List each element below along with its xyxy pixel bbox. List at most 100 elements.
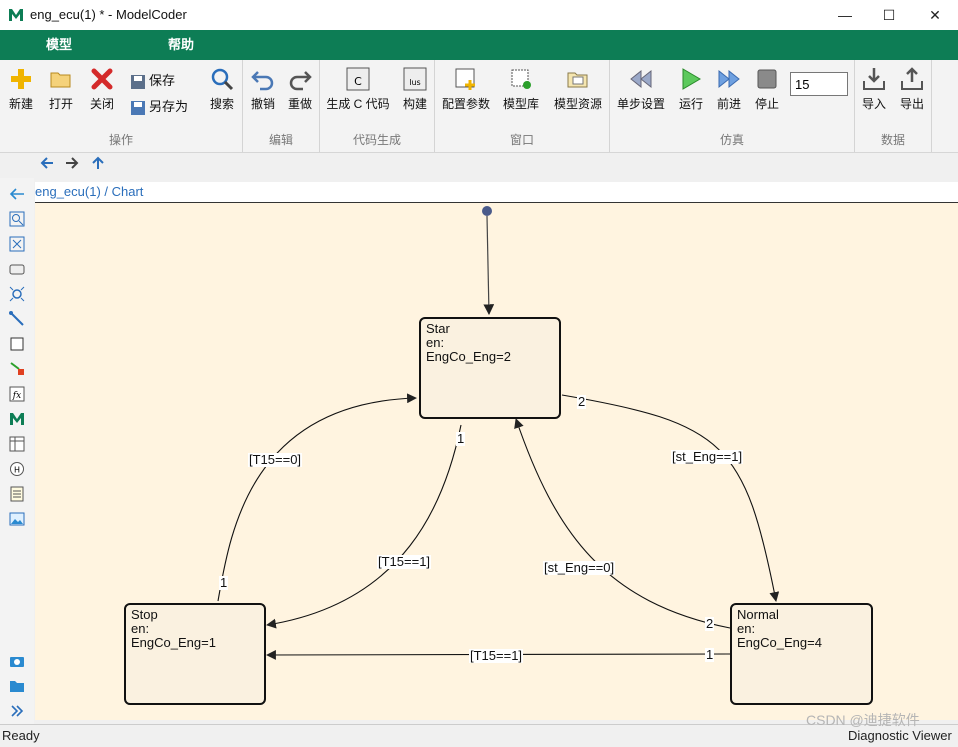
state-star[interactable]: Star en: EngCo_Eng=2: [419, 317, 561, 419]
box-tool-icon[interactable]: [9, 336, 25, 352]
model-resources-button[interactable]: 模型资源: [551, 66, 605, 112]
state-stop-en: en:: [131, 621, 150, 636]
redo-button[interactable]: 重做: [285, 66, 315, 112]
group-edit: 撤销 重做 编辑: [243, 60, 320, 152]
forward-arrow-icon[interactable]: [61, 156, 83, 176]
import-label: 导入: [861, 97, 886, 111]
function-fx-icon[interactable]: fx: [9, 386, 25, 402]
status-text: Ready: [2, 728, 40, 743]
build-button[interactable]: lus 构建: [400, 66, 430, 112]
group-label-data: 数据: [880, 133, 905, 147]
menu-help[interactable]: 帮助: [168, 30, 194, 60]
state-tool-icon[interactable]: [9, 261, 25, 277]
window-title: eng_ecu(1) * - ModelCoder: [30, 7, 187, 22]
label-stop-to-star[interactable]: [T15==0]: [248, 453, 303, 467]
default-transition-icon[interactable]: [9, 361, 25, 377]
search-button[interactable]: 搜索: [206, 66, 238, 112]
save-as-label: 另存为: [149, 99, 189, 114]
state-normal[interactable]: Normal en: EngCo_Eng=4: [730, 603, 873, 705]
export-button[interactable]: 导出: [897, 66, 927, 112]
default-transition-dot[interactable]: [482, 206, 492, 216]
export-label: 导出: [899, 97, 924, 111]
save-as-button[interactable]: 另存为: [130, 96, 188, 116]
state-normal-action: EngCo_Eng=4: [737, 635, 822, 650]
folder-blue-icon[interactable]: [9, 678, 25, 694]
history-junction-icon[interactable]: H: [9, 461, 25, 477]
group-label-codegen: 代码生成: [352, 133, 401, 147]
export-icon: [901, 67, 923, 90]
fit-view-icon[interactable]: [9, 236, 25, 252]
chart-canvas[interactable]: Star en: EngCo_Eng=2 Stop en: EngCo_Eng=…: [35, 203, 958, 720]
redo-label: 重做: [287, 97, 312, 111]
state-normal-name: Normal: [737, 607, 779, 622]
save-button[interactable]: 保存: [130, 70, 175, 90]
step-count-input[interactable]: [790, 72, 848, 96]
group-data: 导入 导出 数据: [855, 60, 932, 152]
state-star-en: en:: [426, 335, 445, 350]
priority-star-to-normal: 2: [577, 394, 587, 409]
import-button[interactable]: 导入: [859, 66, 889, 112]
save-disk-icon: [131, 74, 145, 89]
undo-label: 撤销: [250, 97, 275, 111]
new-label: 新建: [8, 97, 33, 111]
config-params-button[interactable]: 配置参数: [440, 66, 492, 112]
label-star-to-stop[interactable]: [T15==1]: [377, 555, 432, 569]
config-icon: [455, 68, 475, 90]
step-setup-button[interactable]: 单步设置: [615, 66, 667, 112]
left-tool-palette: fx H: [0, 178, 34, 724]
group-label-simulation: 仿真: [719, 133, 744, 147]
maximize-button[interactable]: ☐: [866, 0, 912, 30]
state-star-action: EngCo_Eng=2: [426, 349, 511, 364]
image-icon[interactable]: [9, 511, 25, 527]
menu-bar: 模型 帮助: [0, 30, 958, 60]
undo-icon: [251, 71, 274, 91]
default-transition-line[interactable]: [483, 215, 495, 316]
back-arrow-icon[interactable]: [36, 156, 58, 176]
state-normal-en: en:: [737, 621, 756, 636]
save-label: 保存: [149, 73, 176, 88]
play-icon: [682, 68, 701, 90]
junction-tool-icon[interactable]: [9, 286, 25, 302]
collapse-arrow-icon[interactable]: [9, 186, 25, 202]
svg-text:C: C: [354, 75, 362, 88]
stop-sim-button[interactable]: 停止: [752, 66, 782, 112]
build-icon: lus: [403, 67, 427, 91]
run-button[interactable]: 运行: [676, 66, 706, 112]
state-stop[interactable]: Stop en: EngCo_Eng=1: [124, 603, 266, 705]
breadcrumb-chart-link[interactable]: Chart: [112, 184, 144, 199]
label-normal-to-stop[interactable]: [T15==1]: [469, 649, 524, 663]
camera-icon[interactable]: [9, 653, 25, 669]
breadcrumb-separator: /: [100, 184, 112, 199]
run-label: 运行: [678, 97, 703, 111]
model-m-icon[interactable]: [9, 411, 25, 427]
close-window-button[interactable]: ✕: [912, 0, 958, 30]
undo-button[interactable]: 撤销: [248, 66, 278, 112]
annotation-icon[interactable]: [9, 486, 25, 502]
minimize-button[interactable]: —: [822, 0, 868, 30]
group-label-edit: 编辑: [268, 133, 293, 147]
model-library-icon: [511, 69, 531, 89]
transition-tool-icon[interactable]: [9, 311, 25, 327]
search-label: 搜索: [209, 97, 234, 111]
diagnostic-viewer-button[interactable]: Diagnostic Viewer: [848, 725, 952, 747]
truth-table-icon[interactable]: [9, 436, 25, 452]
breadcrumb-root-link[interactable]: eng_ecu(1): [35, 184, 101, 199]
open-button[interactable]: 打开: [46, 66, 76, 112]
folder-icon: [50, 72, 71, 88]
step-forward-button[interactable]: 前进: [714, 66, 744, 112]
model-library-button[interactable]: 模型库: [501, 66, 541, 112]
breadcrumb: eng_ecu(1) / Chart: [35, 182, 958, 203]
up-arrow-icon[interactable]: [87, 156, 109, 176]
group-operations: 新建 打开 关闭 保存 另存为 搜索 操作: [0, 60, 243, 152]
menu-model[interactable]: 模型: [46, 30, 72, 60]
zoom-in-icon[interactable]: [9, 211, 25, 227]
c-code-icon: C: [346, 67, 370, 91]
new-button[interactable]: 新建: [6, 66, 36, 112]
label-normal-to-star[interactable]: [st_Eng==0]: [543, 561, 616, 575]
close-model-button[interactable]: 关闭: [86, 66, 118, 112]
redo-icon: [289, 71, 312, 91]
expand-double-chevron-icon[interactable]: [9, 703, 25, 719]
label-star-to-normal[interactable]: [st_Eng==1]: [671, 450, 744, 464]
model-resources-label: 模型资源: [553, 97, 602, 111]
generate-c-code-button[interactable]: C 生成 C 代码: [325, 66, 391, 112]
